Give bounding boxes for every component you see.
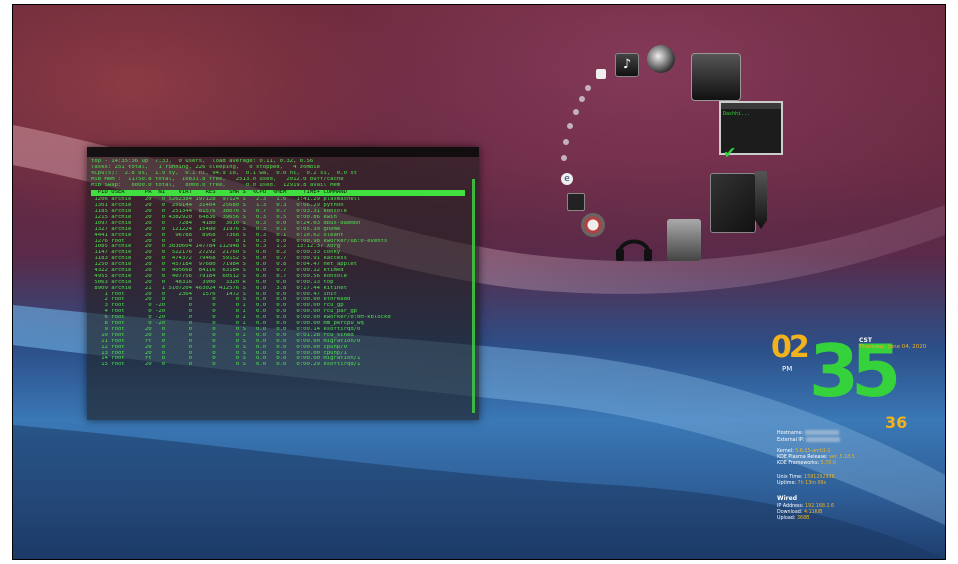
photo-folder-icon[interactable] bbox=[691, 53, 741, 101]
clock-second: 36 bbox=[885, 413, 908, 432]
download-label: Download: bbox=[777, 510, 803, 515]
package-installer-icon[interactable] bbox=[667, 219, 701, 261]
camera-icon[interactable] bbox=[596, 69, 606, 79]
top-output: top - 14:35:36 up 7:33, 0 users, load av… bbox=[91, 159, 465, 418]
external-ip-label: External IP: bbox=[777, 438, 805, 443]
launcher-ring-dot bbox=[563, 139, 569, 145]
unix-time-row: Unix Time: 1591292936 bbox=[777, 475, 835, 480]
frameworks-label: KDE Frameworks: bbox=[777, 461, 820, 466]
process-list: 1206 archie 20 0 5262384 197128 97124 S … bbox=[91, 197, 465, 368]
upload-row: Upload: 368B bbox=[777, 516, 809, 521]
frameworks-row: KDE Frameworks: 5.70.0 bbox=[777, 461, 836, 466]
unix-time-label: Unix Time: bbox=[777, 475, 803, 480]
pen-icon bbox=[755, 171, 767, 229]
upload-label: Upload: bbox=[777, 516, 796, 521]
process-table-header: PID USER PR NI VIRT RES SHR S %CPU %MEM … bbox=[91, 190, 465, 197]
download-row: Download: 4.11KiB bbox=[777, 510, 822, 515]
browser-icon[interactable]: e bbox=[561, 173, 573, 185]
hostname-blurred bbox=[804, 430, 839, 435]
app-icon[interactable] bbox=[567, 193, 585, 211]
clock-date: Thursday, June 04, 2020 bbox=[859, 344, 927, 350]
ip-label: IP Address: bbox=[777, 504, 804, 509]
notebook-icon[interactable] bbox=[710, 173, 756, 233]
uptime-row: Uptime: 7h 13m 09s bbox=[777, 481, 826, 486]
terminal-window[interactable]: top - 14:35:36 up 7:33, 0 users, load av… bbox=[87, 147, 479, 420]
top-summary-line: MiB Swap: 8000.0 total, 8000.0 free, 0.0… bbox=[91, 182, 341, 188]
process-row: 15 root 20 0 0 0 0 S 0.0 0.0 0:00.29 kso… bbox=[91, 362, 361, 368]
download-value: 4.11KiB bbox=[804, 510, 823, 515]
launcher-ring-dot bbox=[585, 85, 591, 91]
terminal-scrollbar[interactable] bbox=[472, 179, 475, 413]
checkmark-icon: ✔ bbox=[723, 143, 737, 162]
wired-heading: Wired bbox=[777, 495, 797, 502]
music-note-icon[interactable]: ♪ bbox=[615, 53, 639, 77]
plasma-label: KDE Plasma Release: bbox=[777, 455, 828, 460]
headphones-icon[interactable] bbox=[615, 229, 653, 261]
plasma-row: KDE Plasma Release: ver. 5.18.5 bbox=[777, 455, 855, 460]
clock-ampm: PM bbox=[782, 365, 793, 373]
terminal-titlebar bbox=[87, 147, 479, 157]
hostname-row: Hostname: bbox=[777, 430, 839, 436]
kernel-value: 5.6.15-arch1-1 bbox=[795, 449, 831, 454]
launcher-ring-dot bbox=[561, 155, 567, 161]
launcher-ring-dot bbox=[573, 109, 579, 115]
uptime-label: Uptime: bbox=[777, 481, 797, 486]
record-icon[interactable] bbox=[581, 213, 605, 237]
frameworks-value: 5.70.0 bbox=[820, 461, 836, 466]
hostname-label: Hostname: bbox=[777, 431, 804, 436]
kernel-row: Kernel: 5.6.15-arch1-1 bbox=[777, 449, 831, 454]
external-ip-row: External IP: bbox=[777, 437, 840, 443]
launcher-ring-dot bbox=[567, 123, 573, 129]
ip-row: IP Address: 192.168.1.6 bbox=[777, 504, 834, 509]
camera-lens-icon[interactable] bbox=[647, 45, 675, 73]
unix-time-value: 1591292936 bbox=[804, 475, 835, 480]
kernel-label: Kernel: bbox=[777, 449, 794, 454]
plasma-value: ver. 5.18.5 bbox=[829, 455, 855, 460]
clock-hour: 02 bbox=[771, 330, 810, 365]
upload-value: 368B bbox=[796, 516, 810, 521]
launcher-ring-dot bbox=[579, 96, 585, 102]
ip-value: 192.168.1.6 bbox=[805, 504, 835, 509]
terminal-launcher-text: Dashhi... bbox=[723, 111, 751, 117]
desktop-wallpaper: ♪ Dashhi... ✔ e top - 14:35:36 up 7:33, … bbox=[12, 4, 946, 560]
uptime-value: 7h 13m 09s bbox=[797, 481, 827, 486]
external-ip-blurred bbox=[805, 437, 840, 442]
clock-timezone: CST bbox=[859, 337, 872, 344]
